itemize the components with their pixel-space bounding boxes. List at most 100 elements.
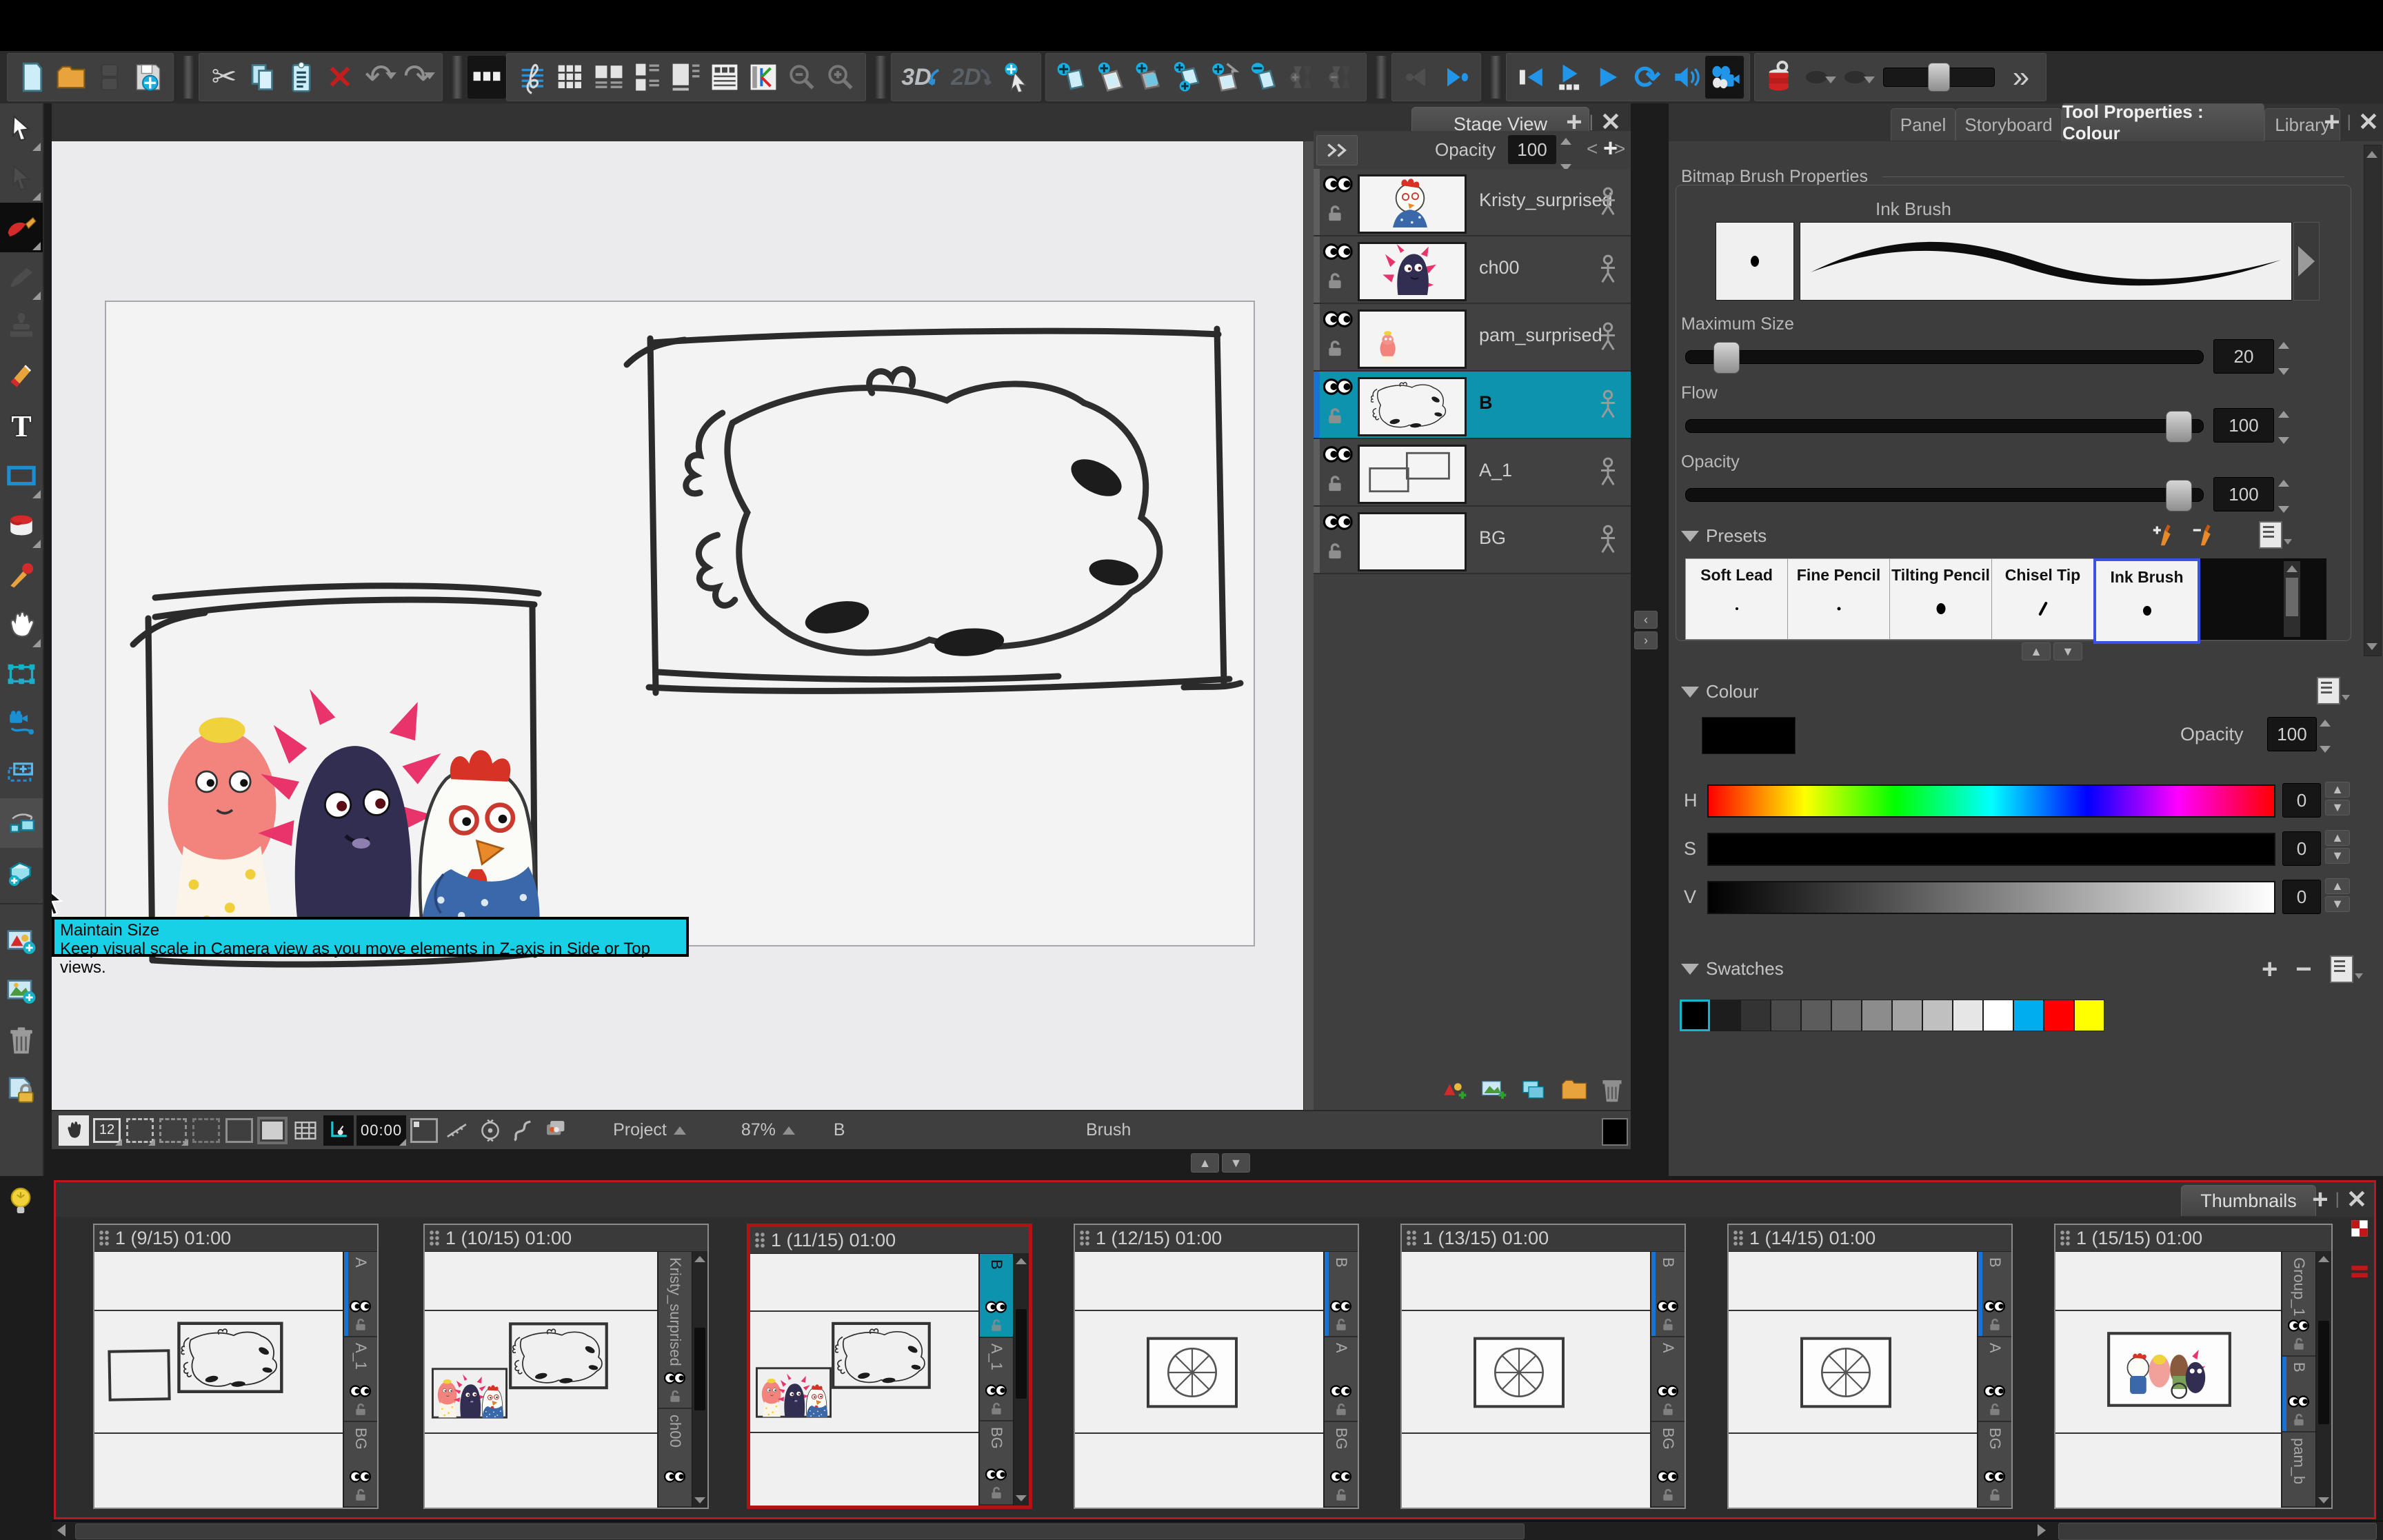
marker-red-grid-icon[interactable] <box>2351 1219 2369 1237</box>
layer-lock-icon[interactable] <box>2292 1413 2306 1427</box>
layer-lock-icon[interactable] <box>1988 1318 2002 1332</box>
layer-row-bg[interactable]: BG <box>1314 507 1631 574</box>
delete-icon[interactable]: ✕ <box>321 56 359 99</box>
rectangle-tool-icon[interactable] <box>0 451 43 500</box>
thumbnail-grid-view-icon[interactable] <box>551 56 590 99</box>
delete-preset-icon[interactable] <box>2191 523 2216 547</box>
copy-icon[interactable] <box>243 56 282 99</box>
layer-lock-icon[interactable] <box>668 1390 682 1404</box>
swatch[interactable] <box>1983 1000 2013 1031</box>
section-up-icon[interactable]: ▲ <box>2022 642 2051 660</box>
card-layer-scrollbar[interactable] <box>692 1252 707 1508</box>
play-with-preview-icon[interactable] <box>1551 56 1589 99</box>
layer-visible-icon[interactable] <box>1323 243 1354 260</box>
hue-value[interactable]: 0 <box>2282 783 2321 818</box>
add-view-icon[interactable]: + <box>2324 109 2340 135</box>
layer-lock-icon[interactable] <box>354 1488 368 1502</box>
layer-opacity-spinner[interactable] <box>1560 135 1576 174</box>
card-layer-tab-selected[interactable]: B <box>980 1254 1013 1338</box>
layer-lock-icon[interactable] <box>989 1402 1003 1416</box>
maximum-size-handle[interactable] <box>1713 342 1740 374</box>
value-value[interactable]: 0 <box>2282 880 2321 914</box>
remove-transition-icon[interactable] <box>1322 56 1360 99</box>
current-colour-swatch[interactable] <box>1702 717 1796 754</box>
layer-visible-icon[interactable] <box>1323 378 1354 395</box>
cut-icon[interactable]: ✂ <box>205 56 243 99</box>
zoom-dropdown-icon[interactable] <box>783 1126 795 1135</box>
panel-list-view-icon[interactable] <box>667 56 705 99</box>
card-layer-tab[interactable]: BG <box>980 1421 1013 1506</box>
presets-menu-icon[interactable] <box>2259 521 2282 549</box>
card-layer-tab[interactable]: A_1 <box>344 1337 377 1423</box>
layer-visible-icon[interactable] <box>985 1384 1007 1397</box>
collapse-colour-icon[interactable] <box>1681 687 1699 698</box>
layer-visible-icon[interactable] <box>350 1470 372 1483</box>
flow-value[interactable]: 100 <box>2213 408 2274 443</box>
collapse-layer-panel-icon[interactable] <box>1316 135 1358 165</box>
new-project-icon[interactable] <box>13 56 52 99</box>
select-tool-icon[interactable] <box>0 103 43 153</box>
panel-card-header[interactable]: 1 (12/15) 01:00 <box>1075 1225 1358 1252</box>
hscroll-thumb[interactable] <box>75 1523 1525 1539</box>
timecode-display[interactable]: 00:00 <box>356 1115 406 1146</box>
layer-name[interactable]: BG <box>1479 527 1506 549</box>
preset-ink-brush[interactable]: Ink Brush <box>2093 558 2200 644</box>
layer-lock-icon[interactable] <box>1326 543 1344 560</box>
layer-lock-icon[interactable] <box>1661 1403 1675 1417</box>
layer-lock-icon[interactable] <box>2292 1337 2306 1351</box>
saturation-slider[interactable] <box>1707 833 2275 866</box>
brush-opacity-slider[interactable] <box>1685 488 2204 502</box>
swatch[interactable] <box>2044 1000 2074 1031</box>
layer-row-a1[interactable]: A_1 <box>1314 439 1631 507</box>
layer-thumbnail[interactable] <box>1358 242 1467 301</box>
card-layer-scrollbar[interactable] <box>1013 1254 1029 1506</box>
layer-lock-icon[interactable] <box>1326 475 1344 493</box>
brush-opacity-spinner[interactable] <box>2278 477 2293 516</box>
storyboard-panel-card[interactable]: 1 (12/15) 01:00 B A BG <box>1074 1224 1359 1509</box>
hand-tool-icon[interactable] <box>0 600 43 649</box>
panel-view-icon[interactable] <box>467 56 506 99</box>
project-dropdown-icon[interactable] <box>674 1126 686 1135</box>
add-view-icon[interactable]: + <box>2312 1186 2328 1213</box>
swatch[interactable] <box>1831 1000 1862 1031</box>
layer-lock-icon[interactable] <box>1326 340 1344 358</box>
panel-card-header[interactable]: 1 (15/15) 01:00 <box>2055 1225 2331 1252</box>
colour-opacity-value[interactable]: 100 <box>2267 717 2317 751</box>
new-preset-icon[interactable] <box>2151 523 2176 547</box>
current-colour-chip[interactable] <box>1602 1118 1628 1146</box>
layer-visible-icon[interactable] <box>1657 1470 1679 1483</box>
save-all-icon[interactable] <box>129 56 168 99</box>
undo-icon[interactable]: ↶ <box>359 56 398 99</box>
layer-lock-icon[interactable] <box>1334 1403 1348 1417</box>
marker-red-lines-icon[interactable] <box>2351 1262 2369 1280</box>
duplicate-layer-small-icon[interactable] <box>1520 1078 1548 1103</box>
tab-tool-properties[interactable]: Tool Properties : Colour <box>2062 103 2264 141</box>
layer-motion-icon[interactable] <box>1598 322 1618 352</box>
storyboard-panel-card[interactable]: 1 (15/15) 01:00 Group_1 B pam_b <box>2054 1224 2333 1509</box>
colour-header[interactable]: Colour <box>1681 681 1759 702</box>
layer-row-b-selected[interactable]: B <box>1314 372 1631 439</box>
grid-icon[interactable] <box>290 1115 321 1146</box>
layer-lock-icon[interactable] <box>989 1486 1003 1500</box>
track-marks-icon[interactable] <box>442 1115 472 1146</box>
preset-soft-lead[interactable]: Soft Lead <box>1685 558 1788 640</box>
swatch[interactable] <box>1680 1000 1710 1031</box>
new-panels-multiple-icon[interactable] <box>1167 56 1206 99</box>
tool-hand-status-icon[interactable] <box>59 1115 89 1146</box>
ink-dropper-tool-icon[interactable] <box>0 550 43 600</box>
card-layer-tab[interactable]: BG <box>1978 1422 2011 1508</box>
delete-panel-icon[interactable] <box>1245 56 1283 99</box>
layer-lock-icon[interactable] <box>354 1403 368 1417</box>
new-panel-before-icon[interactable] <box>1090 56 1129 99</box>
camera-view-icon[interactable] <box>1705 56 1744 99</box>
card-layer-tab[interactable]: BG <box>1325 1422 1358 1508</box>
swatch[interactable] <box>1862 1000 1892 1031</box>
brush-tool-icon[interactable] <box>0 203 43 252</box>
previous-panel-nav-icon[interactable]: < <box>1587 138 1598 160</box>
redo-icon[interactable]: ↷ <box>398 56 436 99</box>
layer-motion-icon[interactable] <box>1598 254 1618 285</box>
maximum-size-slider[interactable] <box>1685 350 2204 364</box>
layer-lock-icon[interactable] <box>1988 1403 2002 1417</box>
paint-tool-icon[interactable] <box>0 500 43 550</box>
card-layer-tab[interactable]: BG <box>344 1422 377 1508</box>
